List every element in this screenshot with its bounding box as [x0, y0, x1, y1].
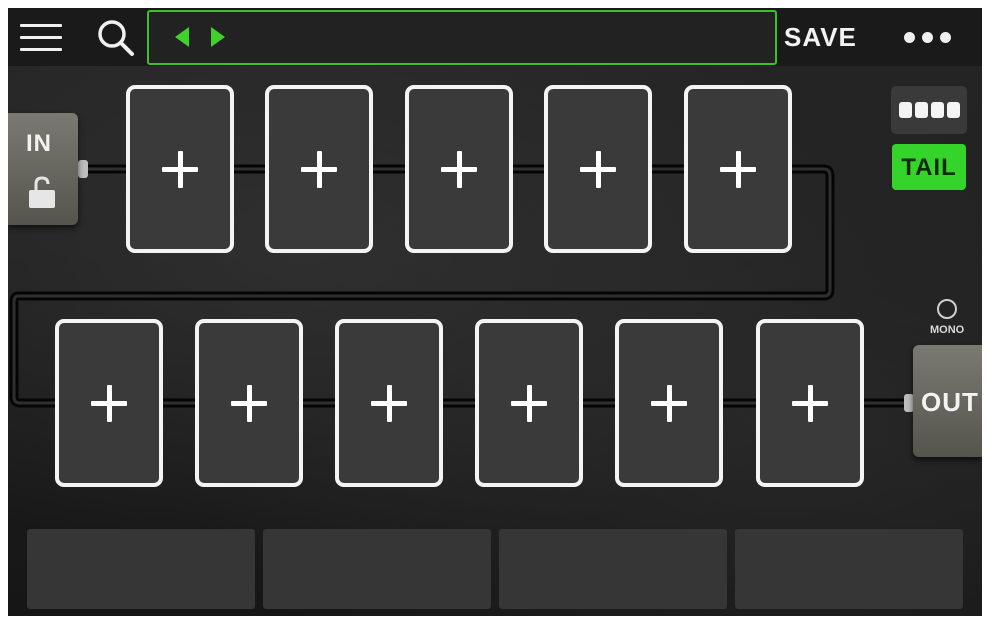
mono-toggle[interactable] — [937, 299, 957, 319]
plus-icon-stem — [527, 385, 532, 422]
empty-block-slot[interactable] — [335, 319, 443, 487]
tail-button[interactable]: TAIL — [892, 144, 966, 190]
plus-icon-stem — [178, 151, 183, 188]
empty-block-slot[interactable] — [265, 85, 373, 253]
plus-icon-stem — [247, 385, 252, 422]
plus-icon-stem — [736, 151, 741, 188]
empty-block-slot[interactable] — [684, 85, 792, 253]
input-label: IN — [26, 130, 52, 157]
footswitch-panel[interactable] — [735, 529, 963, 609]
tail-label: TAIL — [901, 154, 957, 181]
empty-block-slot[interactable] — [195, 319, 303, 487]
input-block[interactable]: IN — [8, 113, 78, 225]
output-block[interactable]: OUT — [913, 345, 982, 457]
plus-icon-stem — [596, 151, 601, 188]
four-segment-icon — [899, 102, 912, 118]
empty-block-slot[interactable] — [55, 319, 163, 487]
plus-icon-stem — [317, 151, 322, 188]
empty-block-slot[interactable] — [126, 85, 234, 253]
unlock-icon — [29, 176, 55, 208]
empty-block-slot[interactable] — [615, 319, 723, 487]
plus-icon-stem — [387, 385, 392, 422]
plus-icon-stem — [808, 385, 813, 422]
four-segment-icon-part — [915, 102, 928, 118]
empty-block-slot[interactable] — [405, 85, 513, 253]
footswitch-panel[interactable] — [27, 529, 255, 609]
four-segment-icon-part — [931, 102, 944, 118]
plus-icon-stem — [667, 385, 672, 422]
plus-icon-stem — [457, 151, 462, 188]
plus-icon-stem — [107, 385, 112, 422]
empty-block-slot[interactable] — [544, 85, 652, 253]
empty-block-slot[interactable] — [756, 319, 864, 487]
dsp-path-button[interactable] — [891, 86, 967, 134]
footswitch-panel[interactable] — [263, 529, 491, 609]
screen: SAVE IN TAIL MONO OUT — [8, 8, 982, 616]
four-segment-icon-part — [947, 102, 960, 118]
output-label: OUT — [921, 387, 979, 417]
footswitch-panel[interactable] — [499, 529, 727, 609]
mono-label: MONO — [930, 324, 965, 336]
empty-block-slot[interactable] — [475, 319, 583, 487]
